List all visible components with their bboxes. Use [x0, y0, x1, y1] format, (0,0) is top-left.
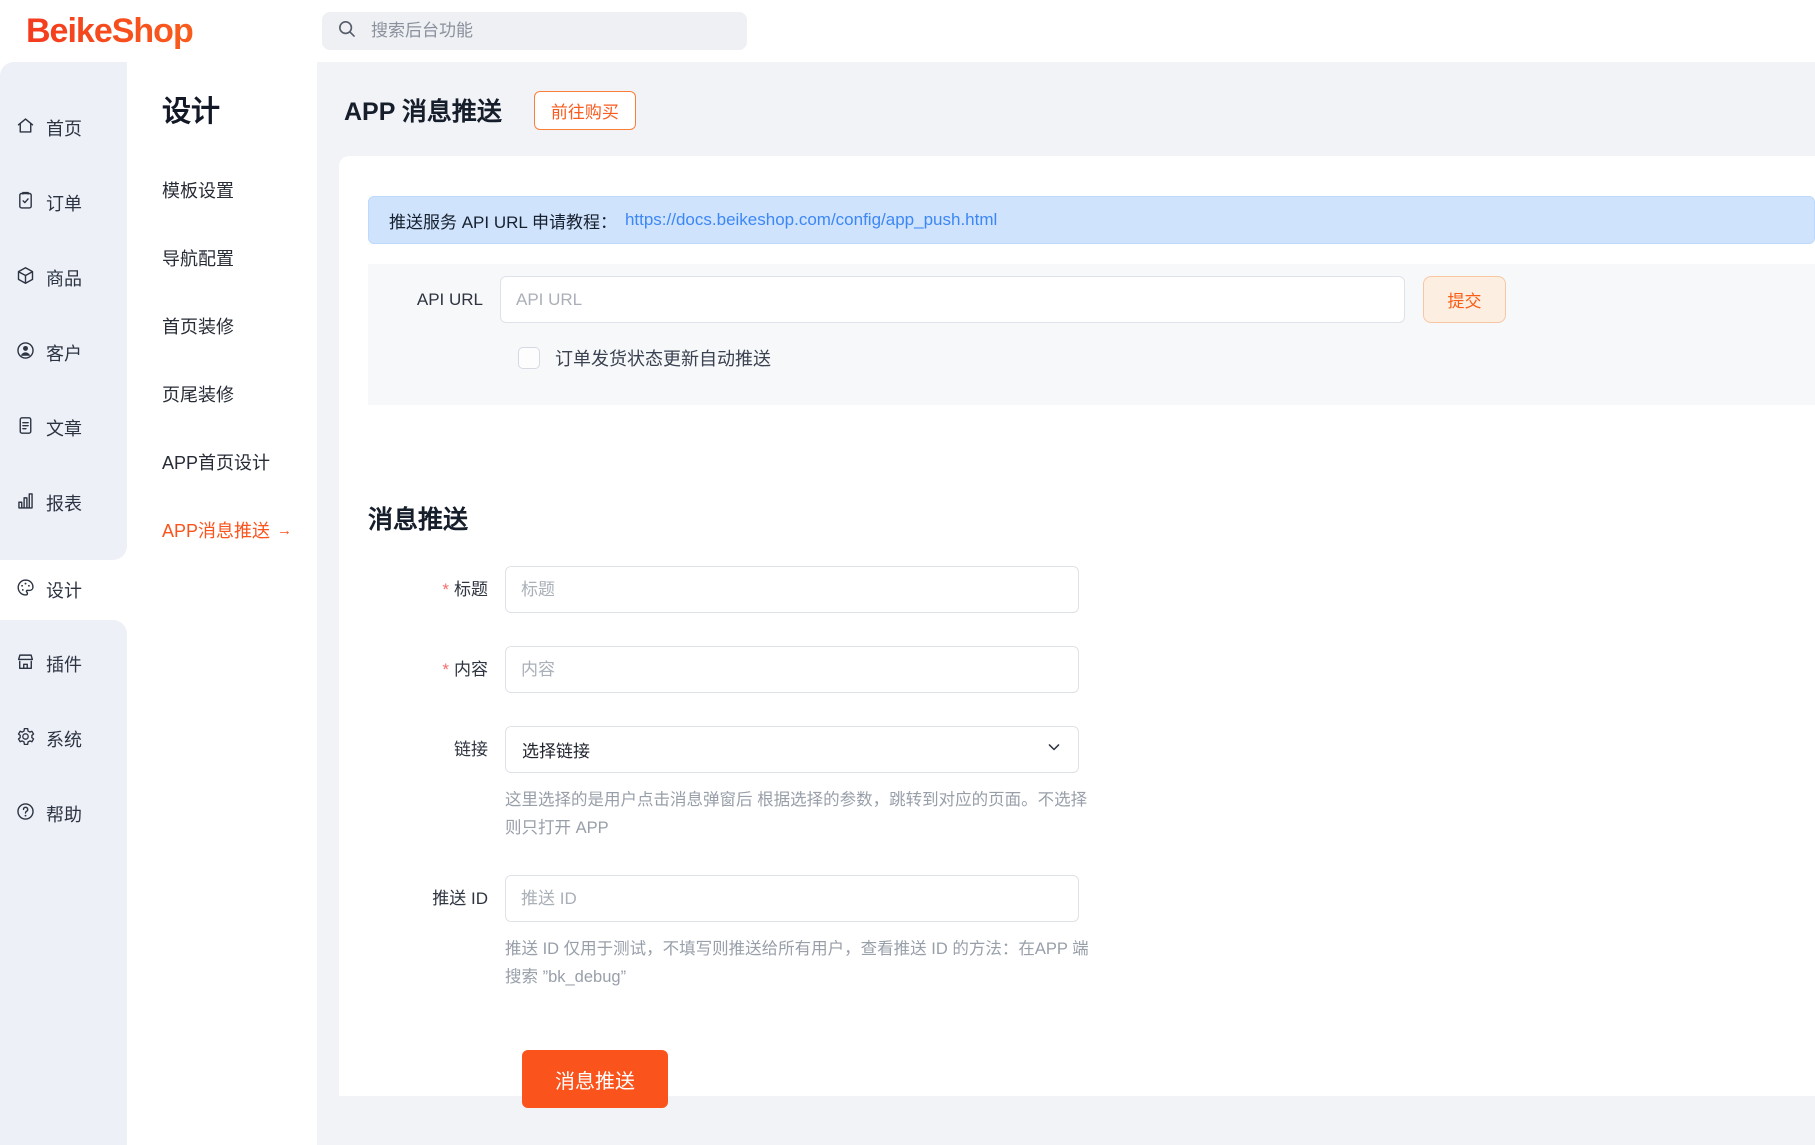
home-icon [15, 115, 36, 141]
report-icon [15, 490, 36, 516]
design-icon [15, 577, 36, 603]
required-asterisk: * [442, 580, 449, 599]
submenu-active-label: APP消息推送 [162, 521, 271, 541]
push-id-row: 推送 ID 推送 ID 仅用于测试，不填写则推送给所有用户，查看推送 ID 的方… [368, 875, 1815, 991]
sidebar-item-label: 帮助 [46, 804, 82, 825]
sidebar-item-label: 设计 [46, 581, 82, 601]
link-label: 链接 [454, 740, 488, 759]
content-label: * 内容 [442, 660, 488, 679]
sidebar-item-articles[interactable]: 文章 [0, 390, 127, 465]
chevron-down-icon [1044, 737, 1064, 762]
content-card: 推送服务 API URL 申请教程： https://docs.beikesho… [339, 156, 1815, 1108]
sidebar-item-label: 系统 [46, 729, 82, 750]
push-form: *标题 *内容 链接 选择链接 [368, 566, 1815, 1108]
submit-button[interactable]: 提交 [1423, 276, 1506, 323]
banner-text: 推送服务 API URL 申请教程： [389, 212, 617, 232]
push-id-help-text: 推送 ID 仅用于测试，不填写则推送给所有用户，查看推送 ID 的方法：在APP… [505, 940, 1089, 986]
sidebar-item-label: 文章 [46, 418, 82, 439]
link-row: 链接 选择链接 这里选择的是用户点击消息弹窗后 根据选择的参数，跳转到对应的页面… [368, 726, 1815, 842]
link-select[interactable]: 选择链接 [505, 726, 1079, 773]
go-buy-button[interactable]: 前往购买 [533, 90, 636, 130]
help-icon [15, 801, 36, 827]
link-select-value: 选择链接 [522, 742, 590, 761]
sidebar-item-plugins[interactable]: 插件 [0, 626, 127, 701]
sidebar-item-label: 订单 [46, 193, 82, 214]
api-url-input[interactable] [500, 276, 1405, 323]
sidebar-item-orders[interactable]: 订单 [0, 165, 127, 240]
page-header-row: APP 消息推送 前往购买 [339, 90, 1815, 130]
icon-sidebar-lower: 插件 系统 帮助 [0, 620, 127, 1145]
icon-sidebar-upper: 首页 订单 商品 客户 文章 报表 [0, 62, 127, 560]
content-input[interactable] [505, 646, 1079, 693]
send-push-button[interactable]: 消息推送 [522, 1050, 668, 1108]
title-row: * 标题 [368, 566, 1815, 613]
submenu-item-footer-decor[interactable]: 页尾装修 [162, 360, 317, 428]
app-header: BeikeShop [0, 0, 1815, 62]
plugin-icon [15, 651, 36, 677]
sidebar-item-design[interactable]: 设计 [0, 560, 127, 620]
content-row: * 内容 [368, 646, 1815, 693]
icon-sidebar-active-band: 设计 [0, 560, 127, 620]
sidebar-item-reports[interactable]: 报表 [0, 465, 127, 540]
required-asterisk: * [442, 660, 449, 679]
system-icon [15, 726, 36, 752]
sidebar-item-label: 报表 [46, 493, 82, 514]
submenu-item-template-settings[interactable]: 模板设置 [162, 156, 317, 224]
sidebar-item-label: 插件 [46, 654, 82, 675]
arrow-right-icon: → [277, 521, 293, 539]
icon-sidebar: 首页 订单 商品 客户 文章 报表 设计 插件 系统 帮助 [0, 62, 127, 1145]
sidebar-item-label: 客户 [46, 343, 82, 364]
submenu-item-nav-config[interactable]: 导航配置 [162, 224, 317, 292]
submenu-item-app-home-design[interactable]: APP首页设计 [162, 428, 317, 496]
sidebar-item-label: 商品 [46, 268, 82, 289]
push-id-input[interactable] [505, 875, 1079, 922]
sidebar-item-customers[interactable]: 客户 [0, 315, 127, 390]
info-banner: 推送服务 API URL 申请教程： https://docs.beikesho… [368, 196, 1815, 244]
sidebar-item-label: 首页 [46, 118, 82, 139]
main-content: APP 消息推送 前往购买 推送服务 API URL 申请教程： https:/… [317, 62, 1815, 1145]
sidebar-item-home[interactable]: 首页 [0, 90, 127, 165]
submenu-title: 设计 [162, 96, 221, 128]
search-bar[interactable] [322, 12, 747, 50]
submenu-item-home-decor[interactable]: 首页装修 [162, 292, 317, 360]
page-title: APP 消息推送 [344, 98, 502, 126]
auto-push-checkbox[interactable] [518, 347, 540, 369]
sidebar-item-system[interactable]: 系统 [0, 701, 127, 776]
api-url-label: API URL [416, 289, 483, 309]
api-url-panel: API URL 提交 订单发货状态更新自动推送 [368, 264, 1815, 405]
order-icon [15, 190, 36, 216]
search-input[interactable] [369, 20, 733, 42]
design-submenu: 设计 模板设置 导航配置 首页装修 页尾装修 APP首页设计 APP消息推送 → [127, 62, 317, 1145]
sidebar-item-help[interactable]: 帮助 [0, 776, 127, 851]
auto-push-checkbox-row: 订单发货状态更新自动推送 [518, 345, 1815, 371]
product-icon [15, 265, 36, 291]
docs-link[interactable]: https://docs.beikeshop.com/config/app_pu… [625, 210, 997, 230]
push-id-label: 推送 ID [432, 889, 488, 908]
title-input[interactable] [505, 566, 1079, 613]
title-label: * 标题 [442, 580, 488, 599]
customer-icon [15, 340, 36, 366]
article-icon [15, 415, 36, 441]
push-section-heading: 消息推送 [368, 506, 469, 534]
beikeshop-logo: BeikeShop [26, 12, 256, 51]
auto-push-checkbox-label: 订单发货状态更新自动推送 [555, 349, 771, 369]
search-icon [336, 18, 358, 45]
submenu-item-app-push[interactable]: APP消息推送 → [162, 496, 317, 564]
link-help-text: 这里选择的是用户点击消息弹窗后 根据选择的参数，跳转到对应的页面。不选择 则只打… [505, 791, 1088, 837]
sidebar-item-products[interactable]: 商品 [0, 240, 127, 315]
api-url-row: API URL 提交 [368, 276, 1815, 323]
